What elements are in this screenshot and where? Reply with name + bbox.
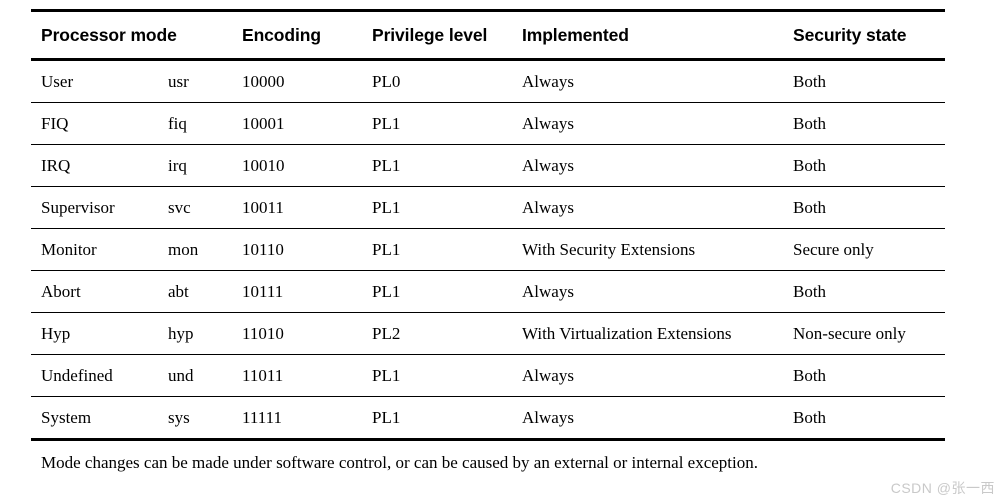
table-row: IRQ irq 10010 PL1 Always Both — [31, 144, 945, 187]
cell-abbreviation: hyp — [168, 312, 242, 355]
cell-abbreviation: abt — [168, 270, 242, 313]
table-row: Monitor mon 10110 PL1 With Security Exte… — [31, 228, 945, 271]
cell-privilege-level: PL1 — [372, 270, 522, 313]
cell-encoding: 11111 — [242, 396, 372, 441]
table-row: System sys 11111 PL1 Always Both — [31, 396, 945, 441]
column-header-implemented: Implemented — [522, 9, 793, 61]
cell-security-state: Both — [793, 270, 945, 313]
cell-encoding: 10110 — [242, 228, 372, 271]
cell-implemented: With Security Extensions — [522, 228, 793, 271]
column-header-processor-mode: Processor mode — [31, 9, 177, 61]
cell-encoding: 11011 — [242, 354, 372, 397]
cell-abbreviation: irq — [168, 144, 242, 187]
cell-implemented: Always — [522, 396, 793, 441]
cell-abbreviation: sys — [168, 396, 242, 441]
cell-security-state: Both — [793, 186, 945, 229]
table-row: FIQ fiq 10001 PL1 Always Both — [31, 102, 945, 145]
cell-security-state: Non-secure only — [793, 312, 945, 355]
cell-encoding: 10111 — [242, 270, 372, 313]
cell-encoding: 10010 — [242, 144, 372, 187]
table-header: Processor mode Encoding Privilege level … — [31, 9, 945, 61]
cell-security-state: Both — [793, 59, 945, 103]
cell-abbreviation: und — [168, 354, 242, 397]
cell-privilege-level: PL1 — [372, 144, 522, 187]
column-header-privilege-level: Privilege level — [372, 9, 522, 61]
cell-security-state: Both — [793, 144, 945, 187]
cell-abbreviation: mon — [168, 228, 242, 271]
page-root: Processor mode Encoding Privilege level … — [0, 0, 1007, 504]
processor-modes-table-container: Processor mode Encoding Privilege level … — [31, 9, 945, 441]
cell-encoding: 10000 — [242, 59, 372, 103]
cell-encoding: 10011 — [242, 186, 372, 229]
cell-implemented: With Virtualization Extensions — [522, 312, 793, 355]
table-row: Abort abt 10111 PL1 Always Both — [31, 270, 945, 313]
cell-processor-mode: Monitor — [31, 228, 168, 271]
cell-abbreviation: svc — [168, 186, 242, 229]
cell-abbreviation: usr — [168, 59, 242, 103]
cell-implemented: Always — [522, 270, 793, 313]
cell-privilege-level: PL1 — [372, 396, 522, 441]
table-caption: Mode changes can be made under software … — [41, 453, 759, 472]
cell-privilege-level: PL1 — [372, 186, 522, 229]
cell-processor-mode: FIQ — [31, 102, 168, 145]
cell-implemented: Always — [522, 102, 793, 145]
cell-security-state: Both — [793, 102, 945, 145]
table-body: User usr 10000 PL0 Always Both FIQ fiq 1… — [31, 59, 945, 441]
cell-privilege-level: PL1 — [372, 354, 522, 397]
cell-privilege-level: PL0 — [372, 59, 522, 103]
column-header-encoding: Encoding — [242, 9, 372, 61]
cell-abbreviation: fiq — [168, 102, 242, 145]
cell-privilege-level: PL1 — [372, 228, 522, 271]
cell-processor-mode: Undefined — [31, 354, 168, 397]
cell-implemented: Always — [522, 144, 793, 187]
cell-processor-mode: User — [31, 59, 168, 103]
csdn-watermark: CSDN @张一西 — [890, 480, 995, 496]
cell-processor-mode: IRQ — [31, 144, 168, 187]
cell-security-state: Both — [793, 396, 945, 441]
column-header-abbreviation — [168, 9, 242, 61]
table-row: Supervisor svc 10011 PL1 Always Both — [31, 186, 945, 229]
column-header-security-state: Security state — [793, 9, 945, 61]
cell-processor-mode: System — [31, 396, 168, 441]
cell-privilege-level: PL2 — [372, 312, 522, 355]
cell-security-state: Both — [793, 354, 945, 397]
cell-encoding: 11010 — [242, 312, 372, 355]
cell-encoding: 10001 — [242, 102, 372, 145]
table-row: Undefined und 11011 PL1 Always Both — [31, 354, 945, 397]
cell-implemented: Always — [522, 186, 793, 229]
table-row: Hyp hyp 11010 PL2 With Virtualization Ex… — [31, 312, 945, 355]
cell-processor-mode: Abort — [31, 270, 168, 313]
cell-implemented: Always — [522, 354, 793, 397]
cell-privilege-level: PL1 — [372, 102, 522, 145]
table-row: User usr 10000 PL0 Always Both — [31, 59, 945, 103]
cell-security-state: Secure only — [793, 228, 945, 271]
cell-processor-mode: Supervisor — [31, 186, 168, 229]
table-header-row: Processor mode Encoding Privilege level … — [31, 9, 945, 61]
cell-implemented: Always — [522, 59, 793, 103]
cell-processor-mode: Hyp — [31, 312, 168, 355]
processor-modes-table: Processor mode Encoding Privilege level … — [31, 9, 945, 441]
